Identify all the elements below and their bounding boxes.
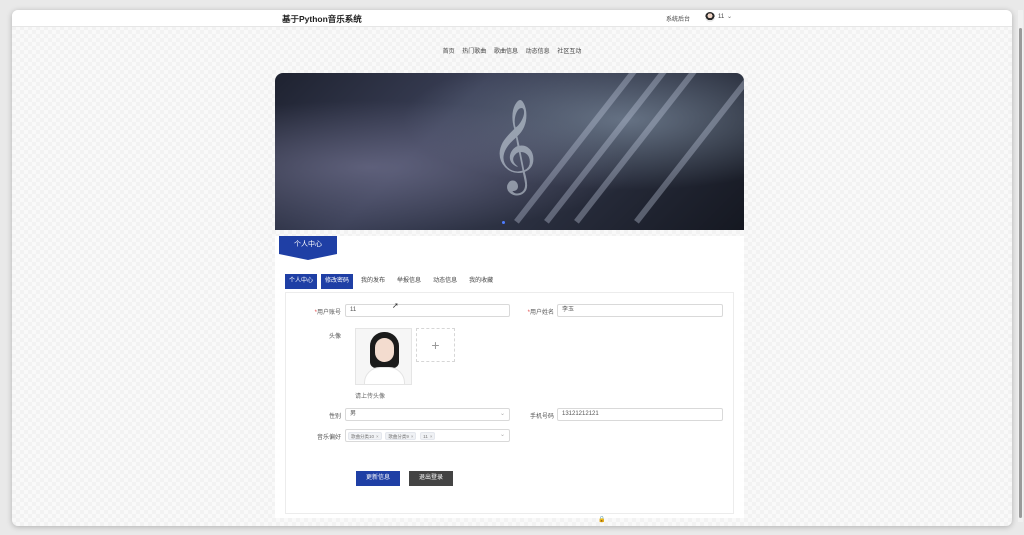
lock-icon: 🔒 xyxy=(598,517,606,523)
vertical-scrollbar[interactable] xyxy=(1018,10,1023,522)
tab-favorites[interactable]: 我的收藏 xyxy=(465,274,497,289)
app-title: 基于Python音乐系统 xyxy=(282,14,362,24)
update-button[interactable]: 更新信息 xyxy=(356,471,400,486)
nav-item-song-info[interactable]: 歌曲信息 xyxy=(494,46,518,55)
tab-reports[interactable]: 举报信息 xyxy=(393,274,425,289)
avatar-label: 头像 xyxy=(328,334,341,340)
preference-tag[interactable]: 歌曲分类10 × xyxy=(348,432,382,440)
avatar-image[interactable] xyxy=(355,328,412,385)
chevron-down-icon[interactable]: ⌄ xyxy=(727,13,732,20)
main-nav: 首页 热门歌曲 歌曲信息 动态信息 社区互动 xyxy=(12,46,1012,55)
tab-news[interactable]: 动态信息 xyxy=(429,274,461,289)
tab-my-posts[interactable]: 我的发布 xyxy=(357,274,389,289)
banner-stripe xyxy=(634,73,744,224)
avatar-face xyxy=(375,338,394,362)
admin-link[interactable]: 系统后台 xyxy=(666,14,690,23)
avatar-body xyxy=(364,367,405,384)
treble-clef-icon: 𝄞 xyxy=(490,98,538,191)
user-avatar[interactable] xyxy=(705,12,715,22)
preference-tag[interactable]: 11 × xyxy=(420,432,436,440)
chevron-down-icon: ⌄ xyxy=(499,432,505,438)
nav-item-community[interactable]: 社区互动 xyxy=(557,46,581,55)
preference-tag[interactable]: 歌曲分类9 × xyxy=(385,432,417,440)
nav-item-hot-songs[interactable]: 热门歌曲 xyxy=(462,46,486,55)
gender-select[interactable]: 男 ⌄ xyxy=(345,408,510,421)
close-icon: × xyxy=(429,434,433,439)
account-label: *用户账号 xyxy=(314,310,341,316)
avatar-hint: 请上传头像 xyxy=(355,394,386,400)
preference-multiselect[interactable]: 歌曲分类10 × 歌曲分类9 × 11 × ⌄ xyxy=(345,429,510,442)
preference-label: 音乐偏好 xyxy=(316,435,341,441)
name-input[interactable]: 李玉 xyxy=(557,304,723,317)
account-input[interactable]: 11 xyxy=(345,304,510,317)
carousel-indicator[interactable] xyxy=(502,221,505,224)
tab-change-password[interactable]: 修改密码 xyxy=(321,274,354,289)
top-bar: 基于Python音乐系统 系统后台 11 ⌄ xyxy=(12,10,1012,27)
profile-form: *用户账号 11 *用户姓名 李玉 头像 + 请上传头像 性别 男 ⌄ 手机号码… xyxy=(285,292,734,514)
mouse-cursor-icon: ➚ xyxy=(392,301,399,310)
section-ribbon: 个人中心 xyxy=(279,236,337,260)
close-icon: × xyxy=(410,434,414,439)
phone-input[interactable]: 13121212121 xyxy=(557,408,723,421)
profile-panel: 个人中心 个人中心 修改密码 我的发布 举报信息 动态信息 我的收藏 *用户账号… xyxy=(275,236,744,518)
logout-button[interactable]: 退出登录 xyxy=(409,471,453,486)
scrollbar-thumb[interactable] xyxy=(1019,28,1022,518)
tab-profile[interactable]: 个人中心 xyxy=(285,274,318,289)
phone-label: 手机号码 xyxy=(529,414,554,420)
banner-carousel[interactable]: 𝄞 xyxy=(275,73,744,230)
nav-item-home[interactable]: 首页 xyxy=(443,46,455,55)
close-icon: × xyxy=(376,434,379,439)
gender-label: 性别 xyxy=(328,414,341,420)
banner-stripe xyxy=(574,73,702,224)
browser-window: 基于Python音乐系统 系统后台 11 ⌄ 首页 热门歌曲 歌曲信息 动态信息… xyxy=(12,10,1012,526)
user-name[interactable]: 11 xyxy=(718,14,724,20)
profile-tabs: 个人中心 修改密码 我的发布 举报信息 动态信息 我的收藏 xyxy=(285,274,501,289)
gender-value: 男 xyxy=(350,411,357,417)
nav-item-news[interactable]: 动态信息 xyxy=(526,46,550,55)
upload-button[interactable]: + xyxy=(416,328,455,362)
name-label: *用户姓名 xyxy=(527,310,554,316)
